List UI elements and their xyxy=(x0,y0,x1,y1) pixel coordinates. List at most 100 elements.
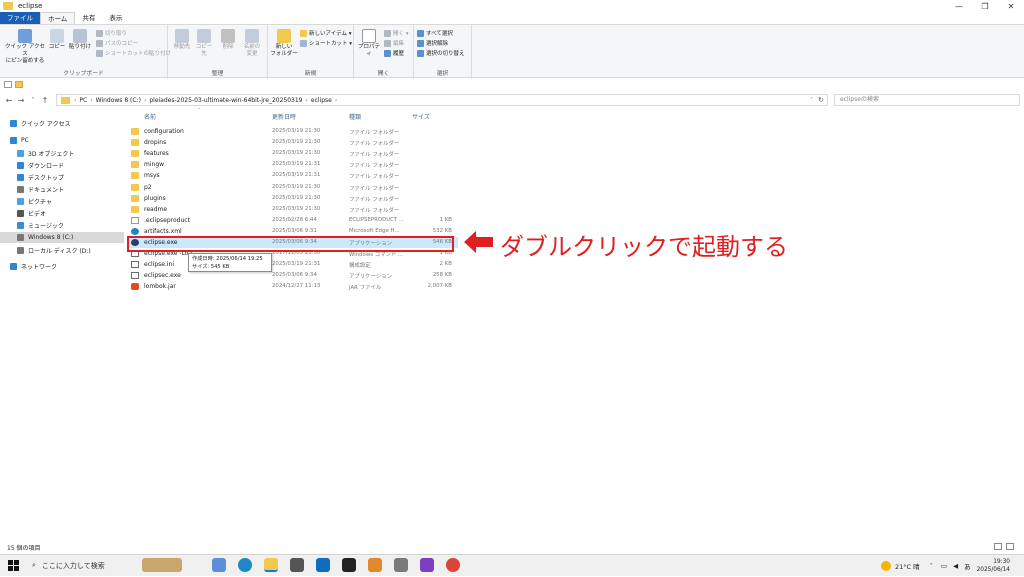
file-explorer-icon[interactable] xyxy=(264,558,278,572)
search-input[interactable]: eclipseの検索 xyxy=(834,94,1020,106)
file-row[interactable]: dropins 2025/03/19 21:30 ファイル フォルダー xyxy=(128,137,458,148)
nav-item-label: ネットワーク xyxy=(21,264,58,271)
drive-icon xyxy=(17,247,24,254)
maximize-button[interactable]: ❐ xyxy=(972,0,998,12)
new-folder-qat-icon[interactable] xyxy=(15,80,23,88)
volume-icon[interactable]: ◀ xyxy=(953,562,958,570)
nav-item-3d-objects[interactable]: 3D オブジェクト xyxy=(0,148,124,159)
tab-file[interactable]: ファイル xyxy=(0,12,40,24)
file-row[interactable]: eclipsec.exe 2025/03/06 9:34 アプリケーション 258 K… xyxy=(128,270,458,281)
large-icons-view-icon[interactable] xyxy=(1006,543,1014,550)
properties-qat-icon[interactable] xyxy=(4,80,12,88)
copy-button[interactable]: コピー xyxy=(48,29,66,51)
nav-item-documents[interactable]: ドキュメント xyxy=(0,184,124,195)
select-none-label: 選択解除 xyxy=(426,41,449,47)
file-row[interactable]: readme 2025/03/19 21:30 ファイル フォルダー xyxy=(128,204,458,215)
nav-item-quick-access[interactable]: クイック アクセス xyxy=(0,118,124,129)
nav-item-label: ダウンロード xyxy=(28,163,65,170)
file-row[interactable]: configuration 2025/03/19 21:30 ファイル フォルダー xyxy=(128,126,458,137)
chrome-icon[interactable] xyxy=(446,558,460,572)
address-bar[interactable]: › PC › Windows 8 (C:) › pleiades-2025-03… xyxy=(56,94,828,106)
file-row[interactable]: features 2025/03/19 21:30 ファイル フォルダー xyxy=(128,148,458,159)
star-icon xyxy=(10,120,17,127)
rename-button[interactable]: 名前の 変更 xyxy=(240,29,264,58)
file-row[interactable]: .eclipseproduct 2025/02/28 6:44 ECLIPSEPRO… xyxy=(128,215,458,226)
file-row[interactable]: eclipse.ini 2025/03/19 21:31 構成設定 2 KB xyxy=(128,259,458,270)
tab-view[interactable]: 表示 xyxy=(102,12,129,24)
nav-item-downloads[interactable]: ダウンロード xyxy=(0,160,124,171)
nav-item-drive-c[interactable]: Windows 8 (C:) xyxy=(0,232,124,243)
select-none-button[interactable]: 選択解除 xyxy=(417,39,448,47)
network-tray-icon[interactable]: ▭ xyxy=(941,562,947,570)
file-row[interactable]: p2 2025/03/19 21:30 ファイル フォルダー xyxy=(128,182,458,193)
tray-chevron-icon[interactable]: ˄ xyxy=(930,562,933,570)
breadcrumb-eclipse[interactable]: eclipse xyxy=(311,97,332,104)
column-header-size[interactable]: サイズ xyxy=(412,112,430,121)
properties-button[interactable]: プロパティ xyxy=(356,29,382,58)
new-item-button[interactable]: 新しいアイテム ▾ xyxy=(300,29,351,37)
file-row[interactable]: lombok.jar 2024/12/27 11:13 JAR ファイル 2,007 … xyxy=(128,281,458,292)
file-row[interactable]: msys 2025/03/19 21:31 ファイル フォルダー xyxy=(128,170,458,181)
delete-button[interactable]: 削除 xyxy=(220,29,236,51)
refresh-icon[interactable]: ↻ xyxy=(818,96,824,104)
taskbar-search[interactable]: ⌕ ここに入力して検索 xyxy=(28,557,136,574)
nav-item-network[interactable]: ネットワーク xyxy=(0,261,124,272)
forward-arrow-icon[interactable]: → xyxy=(15,96,27,105)
recent-dropdown-icon[interactable]: ˅ xyxy=(27,97,39,104)
copy-path-button[interactable]: パスのコピー xyxy=(96,39,138,47)
media-player-icon[interactable] xyxy=(368,558,382,572)
details-view-icon[interactable] xyxy=(994,543,1002,550)
store-icon[interactable] xyxy=(290,558,304,572)
ime-indicator[interactable]: あ xyxy=(964,561,971,571)
terminal-icon[interactable] xyxy=(342,558,356,572)
file-type: ファイル フォルダー xyxy=(349,196,400,203)
tab-share[interactable]: 共有 xyxy=(75,12,102,24)
easy-access-button[interactable]: ショートカット ▾ xyxy=(300,39,352,47)
column-header-type[interactable]: 種類 xyxy=(349,112,361,121)
address-dropdown-icon[interactable]: ˅ xyxy=(810,97,813,104)
nav-item-desktop[interactable]: デスクトップ xyxy=(0,172,124,183)
copy-to-button[interactable]: コピー先 xyxy=(194,29,214,58)
minimize-button[interactable]: — xyxy=(946,0,972,12)
nav-item-pictures[interactable]: ピクチャ xyxy=(0,196,124,207)
breadcrumb-pc[interactable]: PC xyxy=(79,97,87,104)
nav-item-pc[interactable]: PC xyxy=(0,135,124,146)
nav-item-videos[interactable]: ビデオ xyxy=(0,208,124,219)
nav-item-music[interactable]: ミュージック xyxy=(0,220,124,231)
cut-button[interactable]: 切り取り xyxy=(96,29,127,37)
close-button[interactable]: ✕ xyxy=(998,0,1024,12)
copilot-icon[interactable] xyxy=(212,558,226,572)
paste-shortcut-button[interactable]: ショートカットの貼り付け xyxy=(96,49,171,57)
paste-button[interactable]: 貼り付け xyxy=(68,29,92,51)
folder-icon xyxy=(131,172,139,180)
edge-icon[interactable] xyxy=(238,558,252,572)
network-icon xyxy=(10,263,17,270)
drive-icon xyxy=(17,234,24,241)
cfg-file-icon xyxy=(131,261,139,269)
taskbar-clock[interactable]: 19:30 2025/06/14 xyxy=(977,558,1010,574)
nav-item-drive-d[interactable]: ローカル ディスク (D:) xyxy=(0,245,124,256)
column-header-name[interactable]: 名前 xyxy=(144,112,156,121)
new-folder-button[interactable]: 新しい フォルダー xyxy=(270,29,298,58)
tab-home[interactable]: ホーム xyxy=(40,12,76,24)
windows-start-icon[interactable] xyxy=(8,560,19,571)
column-header-date[interactable]: 更新日時 xyxy=(272,112,296,121)
edit-button[interactable]: 編集 xyxy=(384,39,404,47)
visual-studio-icon[interactable] xyxy=(420,558,434,572)
pin-quick-access-button[interactable]: クイック アクセス にピン留めする xyxy=(4,29,46,65)
app-icon[interactable] xyxy=(394,558,408,572)
breadcrumb-pleiades[interactable]: pleiades-2025-03-ultimate-win-64bit-jre_… xyxy=(149,97,302,104)
file-row[interactable]: mingw 2025/03/19 21:31 ファイル フォルダー xyxy=(128,159,458,170)
edge-file-icon xyxy=(131,227,139,235)
file-row[interactable]: plugins 2025/03/19 21:30 ファイル フォルダー xyxy=(128,193,458,204)
open-button[interactable]: 開く ▾ xyxy=(384,29,409,37)
move-to-button[interactable]: 移動先 xyxy=(172,29,192,51)
up-arrow-icon[interactable]: ↑ xyxy=(39,96,51,105)
history-button[interactable]: 履歴 xyxy=(384,49,404,57)
weather-text[interactable]: 21°C 晴 xyxy=(895,561,920,571)
outlook-icon[interactable] xyxy=(316,558,330,572)
select-all-button[interactable]: すべて選択 xyxy=(417,29,453,37)
invert-selection-button[interactable]: 選択の切り替え xyxy=(417,49,465,57)
breadcrumb-drive[interactable]: Windows 8 (C:) xyxy=(96,97,141,104)
back-arrow-icon[interactable]: ← xyxy=(3,96,15,105)
